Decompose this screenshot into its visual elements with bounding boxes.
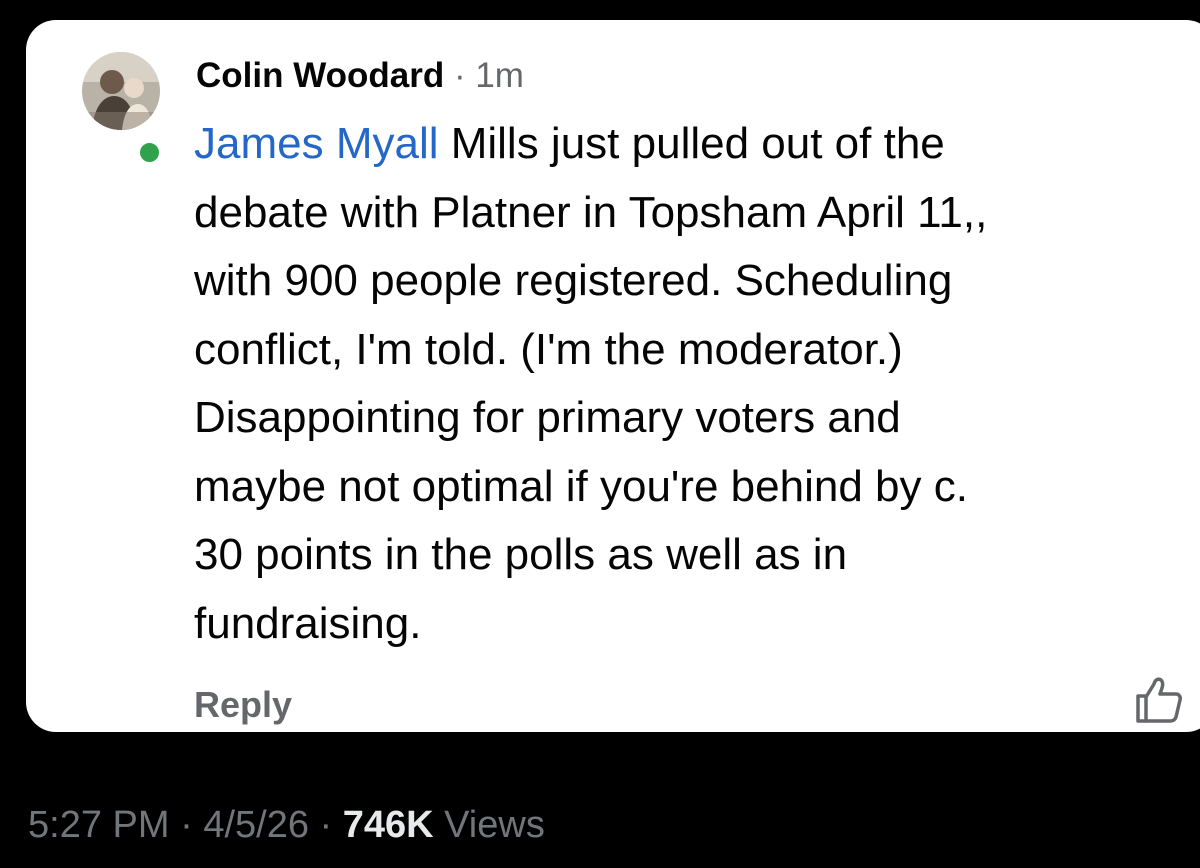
- comment-timestamp[interactable]: 1m: [475, 56, 524, 95]
- meta-separator-2: ·: [308, 804, 343, 846]
- tweet-metadata: 5:27 PM · 4/5/26 · 746K Views: [28, 804, 545, 847]
- mention-link[interactable]: James Myall: [194, 119, 439, 168]
- comment-line-1: James Myall Mills just pulled out of the: [194, 110, 1194, 179]
- reply-button[interactable]: Reply: [194, 684, 292, 726]
- comment-line-2: debate with Platner in Topsham April 11,…: [194, 187, 988, 237]
- post-time[interactable]: 5:27 PM: [28, 804, 170, 846]
- comment-line-1-text: Mills just pulled out of the: [438, 119, 945, 168]
- avatar-wrap[interactable]: [82, 52, 162, 165]
- meta-separator-1: ·: [169, 804, 204, 846]
- comment-card: Colin Woodard · 1m James Myall Mills jus…: [26, 20, 1200, 732]
- comment-line-5: Disappointing for primary voters and: [194, 393, 901, 442]
- author-name[interactable]: Colin Woodard: [196, 56, 444, 95]
- comment-text: James Myall Mills just pulled out of the…: [194, 110, 1194, 658]
- views-label: Views: [433, 804, 545, 846]
- screenshot-page: Colin Woodard · 1m James Myall Mills jus…: [0, 0, 1200, 868]
- meta-separator: ·: [454, 56, 475, 95]
- views-count[interactable]: 746K: [343, 804, 434, 846]
- post-date[interactable]: 4/5/26: [203, 804, 309, 846]
- comment-line-7: 30 points in the polls as well as in: [194, 530, 848, 579]
- profile-photo-icon: [82, 52, 160, 130]
- thumbs-up-icon[interactable]: [1132, 674, 1184, 726]
- comment-header: Colin Woodard · 1m: [196, 56, 524, 96]
- online-status-dot: [137, 140, 162, 165]
- separator-dot: ·: [453, 56, 466, 95]
- comment-line-6: maybe not optimal if you're behind by c.: [194, 461, 968, 511]
- comment-line-3: with 900 people registered. Scheduling: [194, 256, 953, 305]
- comment-line-8: fundraising.: [194, 598, 422, 648]
- avatar[interactable]: [82, 52, 160, 130]
- comment-line-4: conflict, I'm told. (I'm the moderator.): [194, 324, 903, 374]
